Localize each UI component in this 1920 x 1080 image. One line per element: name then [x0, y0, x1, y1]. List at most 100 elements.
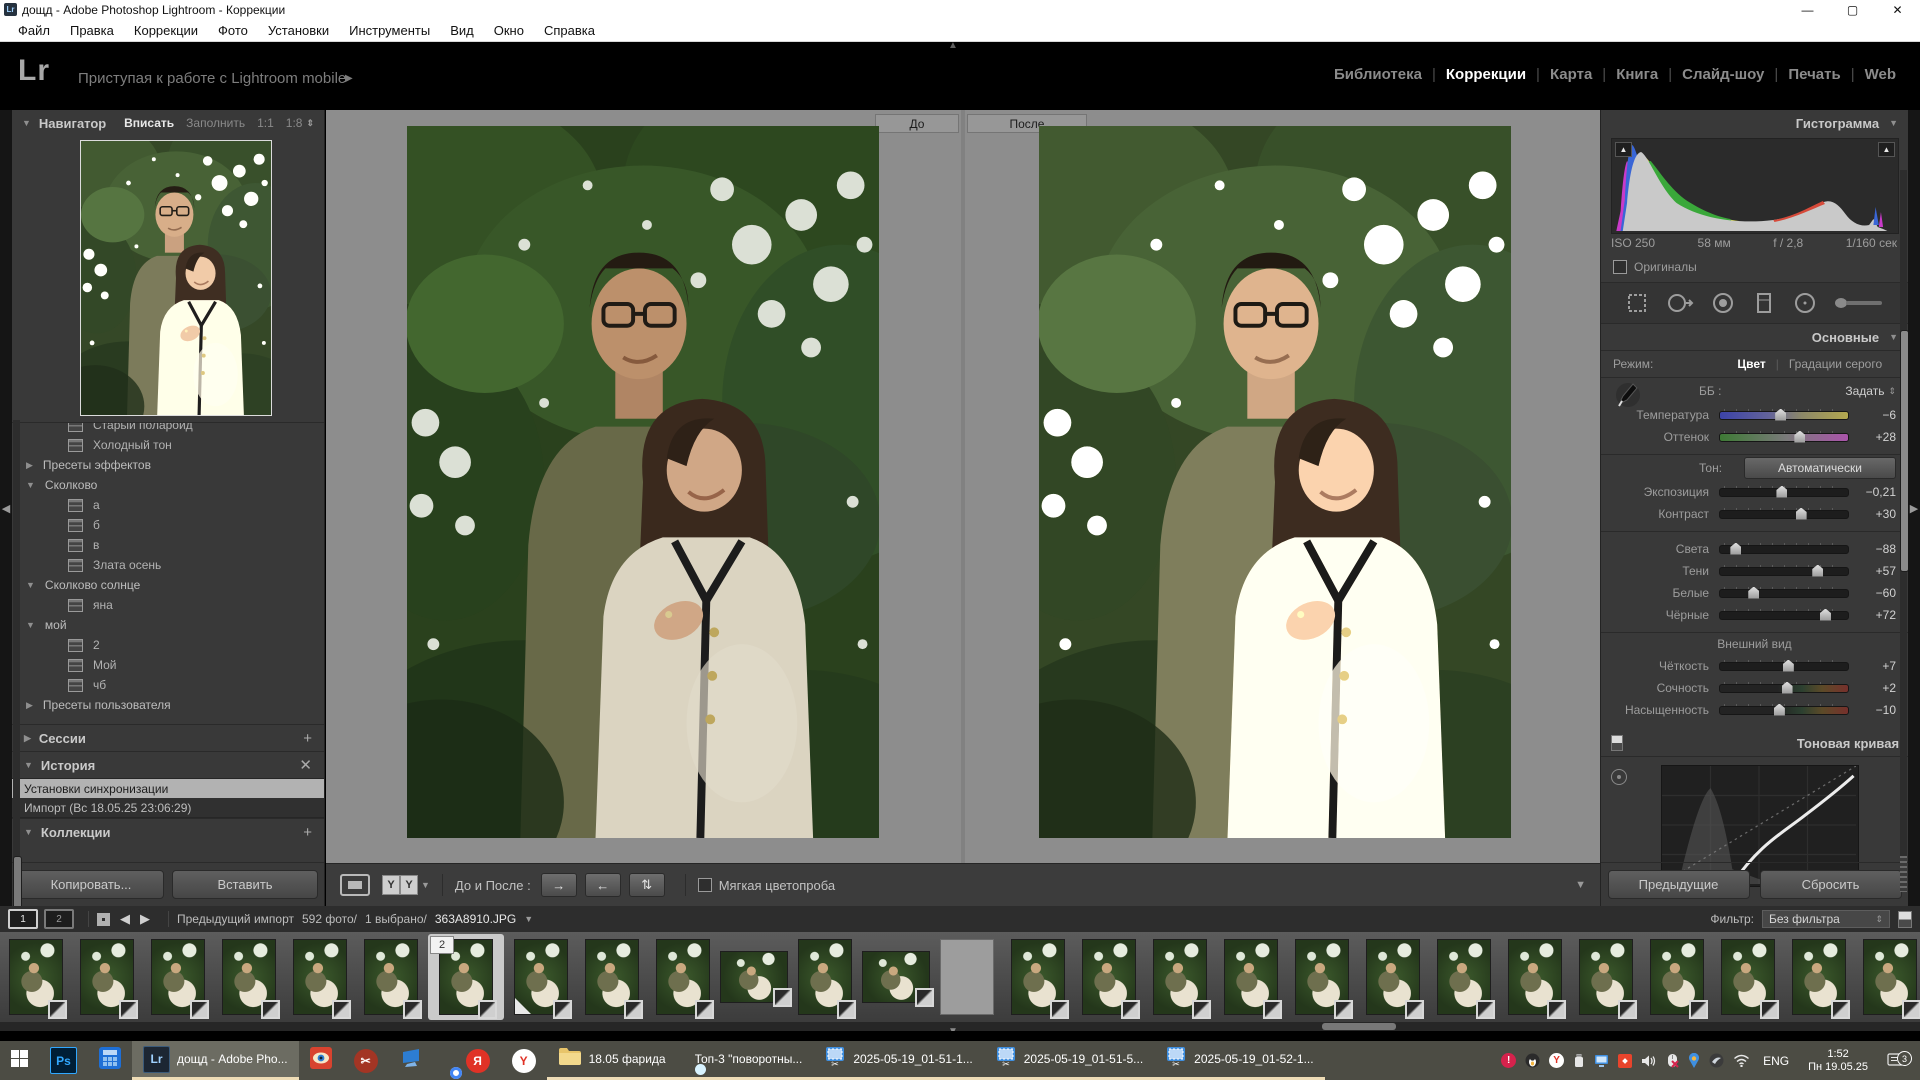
notification-center-icon[interactable]: 3 [1883, 1053, 1914, 1068]
film-thumbnail-cell[interactable] [1501, 934, 1569, 1020]
slider-track[interactable] [1719, 545, 1849, 554]
preset-item[interactable]: в [12, 535, 324, 555]
tone-curve-header[interactable]: Тоновая кривая ▼ [1601, 730, 1920, 756]
close-button[interactable]: ✕ [1875, 0, 1920, 19]
preset-item[interactable]: Старый полароид [12, 422, 324, 435]
grid-view-icon[interactable] [97, 913, 110, 926]
preset-item[interactable]: Холодный тон [12, 435, 324, 455]
slider-track[interactable] [1719, 684, 1849, 693]
film-thumbnail-cell[interactable] [1004, 934, 1072, 1020]
slider-thumb[interactable] [1782, 682, 1793, 694]
sessions-header[interactable]: ▶ Сессии + [12, 724, 324, 751]
alert-icon[interactable]: ! [1501, 1053, 1516, 1068]
film-thumbnail-cell[interactable] [649, 934, 717, 1020]
film-thumbnail-cell[interactable] [286, 934, 354, 1020]
graduated-filter-tool-icon[interactable] [1751, 290, 1777, 316]
taskbar-button[interactable]: 18.05 фарида [547, 1041, 677, 1080]
taskbar-button[interactable]: Топ-3 "поворотны... [677, 1041, 814, 1080]
menu-item[interactable]: Файл [8, 23, 60, 38]
module-tab[interactable]: Слайд-шоу [1672, 66, 1774, 83]
slider-thumb[interactable] [1774, 704, 1785, 716]
maximize-button[interactable]: ▢ [1830, 0, 1875, 19]
taskbar-button[interactable]: ✂2025-05-19_01-52-1... [1154, 1041, 1324, 1080]
film-thumbnail[interactable] [293, 939, 347, 1015]
originals-checkbox[interactable] [1613, 260, 1627, 274]
navigator-preview[interactable] [80, 140, 272, 416]
film-thumbnail-cell[interactable] [862, 934, 930, 1020]
film-thumbnail[interactable] [80, 939, 134, 1015]
navigator-header[interactable]: ▼ Навигатор ВписатьЗаполнить1:11:8 ⇕ [12, 110, 324, 136]
film-thumbnail[interactable] [1650, 939, 1704, 1015]
reset-button[interactable]: Сбросить [1760, 870, 1902, 899]
film-thumbnail[interactable] [514, 939, 568, 1015]
clear-history-icon[interactable]: ✕ [299, 756, 312, 774]
film-thumbnail-cell[interactable] [1572, 934, 1640, 1020]
menu-item[interactable]: Вид [440, 23, 484, 38]
minimize-button[interactable]: — [1785, 0, 1830, 19]
film-thumbnail-cell[interactable] [1288, 934, 1356, 1020]
previous-photo-icon[interactable]: ◀ [120, 911, 130, 927]
swap-before-after-button[interactable]: ⇅ [629, 873, 665, 897]
taskbar-button[interactable]: Ps [39, 1041, 88, 1080]
menu-item[interactable]: Справка [534, 23, 605, 38]
film-thumbnail-cell[interactable] [1643, 934, 1711, 1020]
module-tab[interactable]: Web [1855, 66, 1906, 83]
film-thumbnail-cell[interactable] [1146, 934, 1214, 1020]
wifi-icon[interactable] [1733, 1054, 1750, 1067]
preset-group[interactable]: ▼Сколково [12, 475, 324, 495]
slider-track[interactable] [1719, 411, 1849, 420]
slider-thumb[interactable] [1820, 609, 1831, 621]
copy-settings-button[interactable]: Копировать... [18, 870, 164, 899]
film-thumbnail-cell[interactable] [1785, 934, 1853, 1020]
preset-group[interactable]: ▶Пресеты эффектов [12, 455, 324, 475]
add-session-icon[interactable]: + [303, 730, 312, 747]
menu-item[interactable]: Правка [60, 23, 124, 38]
film-thumbnail[interactable] [1437, 939, 1491, 1015]
location-icon[interactable] [1688, 1053, 1700, 1068]
slider-thumb[interactable] [1775, 409, 1786, 421]
menu-item[interactable]: Фото [208, 23, 258, 38]
film-thumbnail[interactable] [1082, 939, 1136, 1015]
taskbar-button[interactable] [389, 1041, 433, 1080]
film-thumbnail-cell[interactable] [507, 934, 575, 1020]
film-thumbnail[interactable] [222, 939, 276, 1015]
menu-item[interactable]: Инструменты [339, 23, 440, 38]
before-after-view-icon[interactable]: YY▼ [382, 875, 430, 895]
film-thumbnail-cell[interactable] [578, 934, 646, 1020]
taskbar-button[interactable] [88, 1041, 132, 1080]
taskbar-button[interactable] [299, 1041, 343, 1080]
radial-filter-tool-icon[interactable] [1792, 290, 1818, 316]
film-thumbnail[interactable] [1508, 939, 1562, 1015]
film-thumbnail-cell[interactable] [1430, 934, 1498, 1020]
copy-before-to-after-button[interactable]: → [541, 873, 577, 897]
slider-track[interactable] [1719, 567, 1849, 576]
taskbar-button[interactable]: Я [455, 1041, 501, 1080]
source-label[interactable]: Предыдущий импорт [177, 912, 294, 926]
film-thumbnail[interactable] [1863, 939, 1917, 1015]
right-scrollbar[interactable] [1900, 170, 1907, 870]
preset-group[interactable]: ▶Пресеты пользователя [12, 695, 324, 715]
navigator-zoom-mode[interactable]: 1:1 [257, 116, 274, 130]
film-thumbnail-cell[interactable] [73, 934, 141, 1020]
source-dropdown-icon[interactable]: ▼ [524, 914, 533, 924]
antivirus-icon[interactable] [1709, 1053, 1724, 1068]
film-thumbnail-cell[interactable]: 2 [428, 934, 504, 1020]
spot-removal-tool-icon[interactable] [1665, 290, 1695, 316]
slider-track[interactable] [1719, 433, 1849, 442]
module-tab[interactable]: Коррекции [1436, 66, 1536, 83]
copy-after-to-before-button[interactable]: ← [585, 873, 621, 897]
mode-color-option[interactable]: Цвет [1737, 357, 1765, 371]
navigator-zoom-mode[interactable]: 1:8 [286, 116, 303, 130]
slider-thumb[interactable] [1776, 486, 1787, 498]
module-tab[interactable]: Книга [1606, 66, 1668, 83]
film-thumbnail[interactable] [798, 939, 852, 1015]
zoom-stepper-icon[interactable]: ⇕ [306, 118, 314, 129]
module-tab[interactable]: Печать [1778, 66, 1850, 83]
slider-thumb[interactable] [1783, 660, 1794, 672]
film-thumbnail[interactable] [1721, 939, 1775, 1015]
histogram[interactable]: ▲ ▲ [1611, 138, 1899, 234]
add-collection-icon[interactable]: + [303, 824, 312, 841]
taskbar-button[interactable]: ✂ [343, 1041, 389, 1080]
white-balance-eyedropper-icon[interactable] [1615, 380, 1641, 410]
slider-track[interactable] [1719, 611, 1849, 620]
